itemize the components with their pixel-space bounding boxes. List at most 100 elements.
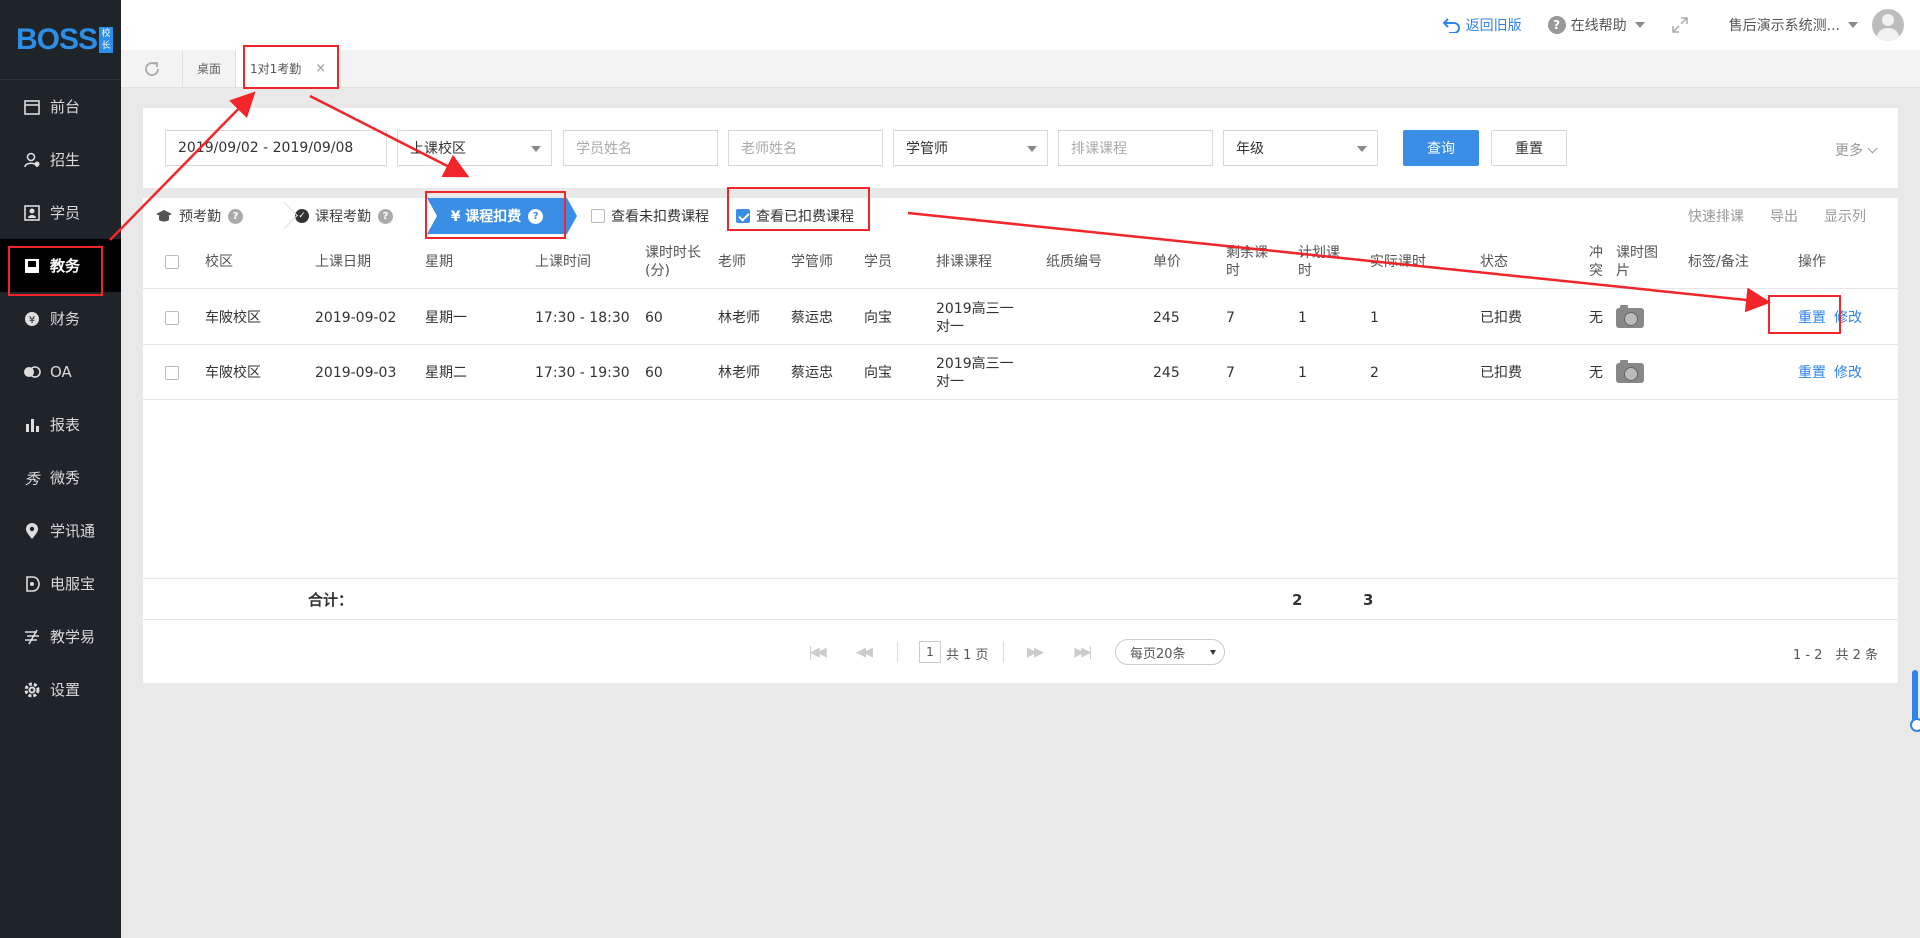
- view-charged-checkbox[interactable]: [736, 209, 750, 223]
- select-all-checkbox-cell[interactable]: [165, 234, 179, 289]
- query-button[interactable]: 查询: [1403, 130, 1479, 166]
- filter-panel: 2019/09/02 - 2019/09/08 上课校区 学员姓名 老师姓名 学…: [143, 108, 1898, 188]
- sidebar-item-2[interactable]: 学员: [0, 186, 121, 239]
- cell-actual: 2: [1370, 364, 1379, 381]
- date-range-input[interactable]: 2019/09/02 - 2019/09/08: [165, 130, 387, 166]
- back-old-version-link[interactable]: 返回旧版: [1442, 15, 1522, 35]
- refresh-button[interactable]: [121, 50, 183, 87]
- row-edit-link[interactable]: 修改: [1834, 309, 1862, 327]
- campus-select[interactable]: 上课校区: [397, 130, 552, 166]
- cell-photo[interactable]: [1616, 290, 1644, 345]
- svg-text:秀: 秀: [24, 470, 41, 487]
- course-input[interactable]: 排课课程: [1058, 130, 1213, 166]
- avatar[interactable]: [1872, 9, 1904, 41]
- export-button[interactable]: 导出: [1770, 206, 1798, 226]
- campus-select-value: 上课校区: [410, 141, 466, 157]
- col-duration: 课时时长 (分): [645, 234, 701, 289]
- help-icon: ?: [1547, 16, 1566, 34]
- camera-icon[interactable]: [1616, 359, 1644, 383]
- attendance-toolbar: 预考勤 ? ✓ 课程考勤 ? ¥ 课程扣费 ? 查看未扣费课程 查看已扣费课程 …: [143, 198, 1898, 234]
- cell-course-line1: 2019高三一: [936, 355, 1014, 372]
- step-pre-attendance[interactable]: 预考勤 ?: [155, 198, 283, 234]
- check-circle-icon: ✓: [295, 209, 309, 223]
- online-help-menu[interactable]: ? 在线帮助: [1547, 15, 1645, 35]
- cell-planned: 1: [1298, 309, 1307, 326]
- sidebar-item-7[interactable]: 秀微秀: [0, 451, 121, 504]
- cell-actual: 1: [1370, 309, 1379, 326]
- fullscreen-button[interactable]: [1671, 16, 1689, 34]
- pager-separator: [1003, 641, 1004, 663]
- row-checkbox-cell[interactable]: [165, 345, 179, 400]
- step-course-charge[interactable]: ¥ 课程扣费 ?: [427, 198, 577, 234]
- step-label: 课程考勤: [315, 209, 371, 225]
- first-page-button[interactable]: |◀◀: [802, 641, 830, 663]
- prev-page-button[interactable]: ◀◀: [849, 641, 877, 663]
- table-row[interactable]: 车陂校区 2019-09-03 星期二 17:30 - 19:30 60 林老师 蔡运忠 向宝…: [143, 345, 1898, 400]
- row-reset-link[interactable]: 重置: [1798, 364, 1826, 382]
- view-charged-option[interactable]: 查看已扣费课程: [736, 198, 854, 234]
- row-edit-link[interactable]: 修改: [1834, 364, 1862, 382]
- view-uncharged-label: 查看未扣费课程: [611, 209, 709, 225]
- online-help-label: 在线帮助: [1570, 18, 1627, 34]
- scroll-indicator[interactable]: [1910, 670, 1920, 732]
- camera-icon[interactable]: [1616, 304, 1644, 328]
- table-row[interactable]: 车陂校区 2019-09-02 星期一 17:30 - 18:30 60 林老师 蔡运忠 向宝…: [143, 290, 1898, 345]
- row-checkbox[interactable]: [165, 310, 179, 325]
- cell-conflict: 无: [1589, 309, 1603, 326]
- more-filters-toggle[interactable]: 更多: [1835, 140, 1878, 160]
- col-duration-line1: 课时时长: [645, 244, 701, 261]
- col-remaining: 剩余课时: [1226, 234, 1268, 289]
- sidebar-item-8[interactable]: 学讯通: [0, 504, 121, 557]
- total-actual: 3: [1363, 591, 1374, 609]
- manager-select[interactable]: 学管师: [893, 130, 1048, 166]
- select-all-checkbox[interactable]: [165, 254, 179, 269]
- next-page-button[interactable]: ▶▶: [1020, 641, 1048, 663]
- step-course-attendance[interactable]: ✓ 课程考勤 ?: [283, 198, 423, 234]
- oa-icon: [22, 362, 42, 382]
- teacher-name-input[interactable]: 老师姓名: [728, 130, 883, 166]
- chevron-down-icon: [1634, 22, 1645, 28]
- grade-select[interactable]: 年级: [1223, 130, 1378, 166]
- view-uncharged-option[interactable]: 查看未扣费课程: [591, 198, 709, 234]
- row-checkbox-cell[interactable]: [165, 290, 179, 345]
- logo: BOSS 校长: [0, 0, 121, 80]
- tab-1on1-attendance[interactable]: 1对1考勤 ×: [236, 50, 342, 87]
- sidebar-item-1[interactable]: 招生: [0, 133, 121, 186]
- calendar-icon: [22, 97, 42, 117]
- last-page-button[interactable]: ▶▶|: [1068, 641, 1096, 663]
- view-uncharged-checkbox[interactable]: [591, 209, 605, 223]
- row-checkbox[interactable]: [165, 365, 179, 380]
- cell-duration: 60: [645, 309, 663, 326]
- quick-schedule-button[interactable]: 快速排课: [1688, 206, 1744, 226]
- tab-desktop[interactable]: 桌面: [183, 50, 237, 87]
- cell-remaining: 7: [1226, 309, 1235, 326]
- cell-actions: 重置 修改: [1798, 345, 1870, 400]
- xiu-icon: 秀: [22, 468, 42, 488]
- col-paper-no: 纸质编号: [1046, 253, 1102, 270]
- sidebar-item-10[interactable]: 教学易: [0, 610, 121, 663]
- row-reset-link[interactable]: 重置: [1798, 309, 1826, 327]
- col-date: 上课日期: [315, 253, 371, 270]
- sidebar: BOSS 校长 前台 招生 学员 教务 ¥ 财务 OA 报表秀微秀 学讯通 电服宝 教学易 设置: [0, 0, 121, 938]
- page-number-input[interactable]: 1: [919, 641, 941, 663]
- sidebar-item-6[interactable]: 报表: [0, 398, 121, 451]
- close-icon[interactable]: ×: [315, 61, 326, 76]
- cell-price: 245: [1153, 309, 1180, 326]
- sidebar-item-4[interactable]: ¥ 财务: [0, 292, 121, 345]
- chevron-down-icon: [1848, 22, 1858, 28]
- page-size-select[interactable]: 每页20条: [1115, 639, 1225, 665]
- user-menu[interactable]: 售后演示系统测...: [1729, 9, 1904, 41]
- cell-status: 已扣费: [1480, 364, 1522, 381]
- sidebar-item-11[interactable]: 设置: [0, 663, 121, 716]
- records-summary: 1 - 2 共 2 条: [1792, 648, 1878, 663]
- cell-planned: 1: [1298, 364, 1307, 381]
- cell-photo[interactable]: [1616, 345, 1644, 400]
- sidebar-item-3[interactable]: 教务: [0, 239, 121, 292]
- sidebar-item-5[interactable]: OA: [0, 345, 121, 398]
- cell-manager: 蔡运忠: [791, 364, 833, 381]
- sidebar-item-0[interactable]: 前台: [0, 80, 121, 133]
- reset-button[interactable]: 重置: [1491, 130, 1567, 166]
- student-name-input[interactable]: 学员姓名: [563, 130, 718, 166]
- display-columns-button[interactable]: 显示列: [1824, 206, 1866, 226]
- sidebar-item-9[interactable]: 电服宝: [0, 557, 121, 610]
